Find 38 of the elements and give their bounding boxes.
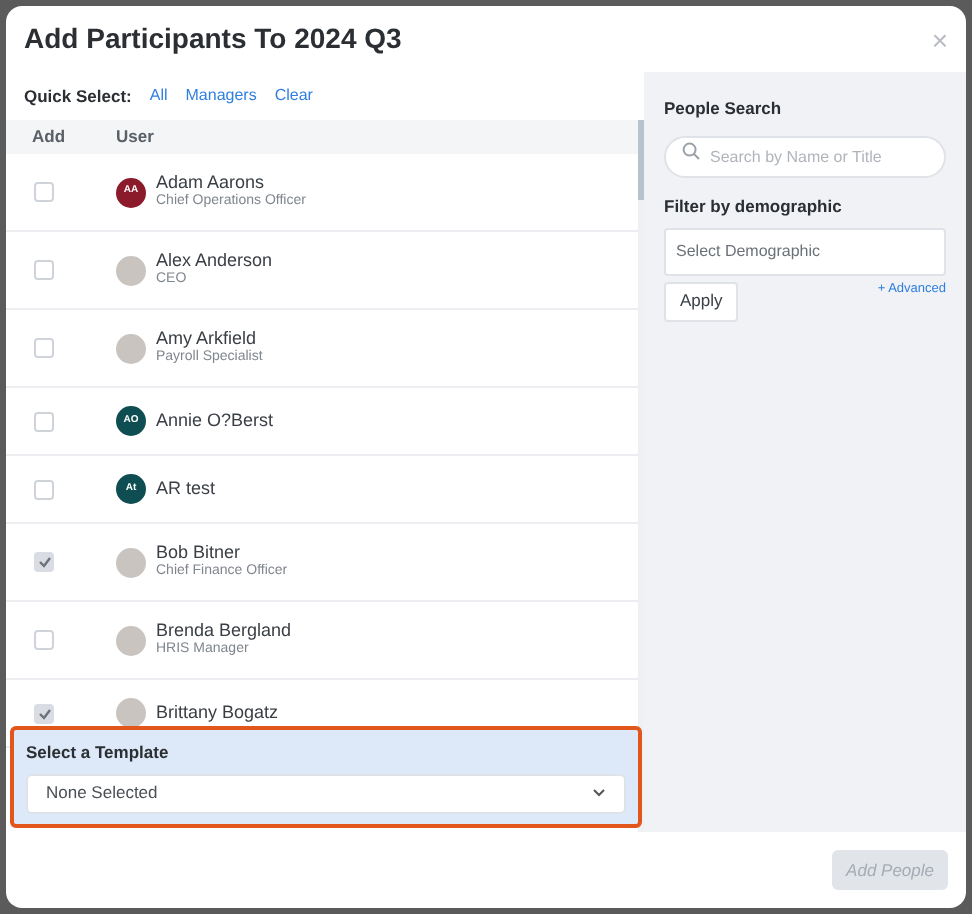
quick-select-label: Quick Select: bbox=[24, 83, 132, 109]
quick-select-link[interactable]: Managers bbox=[185, 84, 257, 108]
column-header: Add bbox=[30, 124, 68, 150]
quick-select-link[interactable]: All bbox=[149, 84, 168, 108]
filter-label: Filter by demographic bbox=[664, 193, 844, 219]
chevron-down-icon bbox=[592, 788, 606, 799]
checkbox[interactable] bbox=[34, 479, 54, 499]
user-name: Brenda Bergland bbox=[156, 620, 292, 642]
checkbox[interactable] bbox=[34, 338, 54, 358]
scrollbar-thumb[interactable] bbox=[638, 120, 644, 200]
checkbox[interactable] bbox=[34, 182, 54, 202]
checkbox[interactable] bbox=[34, 411, 54, 431]
search-label: People Search bbox=[664, 96, 784, 122]
user-name: Bob Bitner bbox=[156, 542, 243, 563]
apply-button[interactable]: Apply bbox=[664, 281, 739, 321]
template-select[interactable]: None Selected bbox=[26, 773, 626, 814]
avatar-photo-placeholder bbox=[116, 698, 146, 728]
avatar-photo-placeholder bbox=[116, 625, 146, 655]
search-field[interactable]: Search by Name or Title bbox=[664, 135, 946, 178]
dialog-title: Add Participants To 2024 Q3 bbox=[24, 20, 402, 58]
checkbox[interactable] bbox=[34, 552, 54, 572]
user-name: AR test bbox=[156, 477, 216, 501]
user-name: Brittany Bogatz bbox=[156, 701, 279, 725]
search-icon bbox=[682, 141, 700, 160]
avatar-photo-placeholder bbox=[116, 547, 146, 577]
quick-select-link[interactable]: Clear bbox=[274, 84, 313, 108]
user-name: Amy Arkfield bbox=[156, 328, 259, 349]
demographic-field[interactable]: Select Demographic bbox=[664, 227, 946, 275]
user-name: Adam Aarons bbox=[156, 172, 267, 193]
user-name: Annie O?Berst bbox=[156, 409, 274, 433]
template-label: Select a Template bbox=[26, 740, 171, 766]
avatar-photo-placeholder bbox=[116, 333, 146, 363]
user-name: Alex Anderson bbox=[156, 250, 273, 272]
column-header: User bbox=[116, 124, 154, 150]
avatar-photo-placeholder bbox=[116, 255, 146, 285]
checkbox[interactable] bbox=[34, 260, 54, 280]
checkbox[interactable] bbox=[34, 703, 54, 723]
checkbox[interactable] bbox=[34, 630, 54, 650]
